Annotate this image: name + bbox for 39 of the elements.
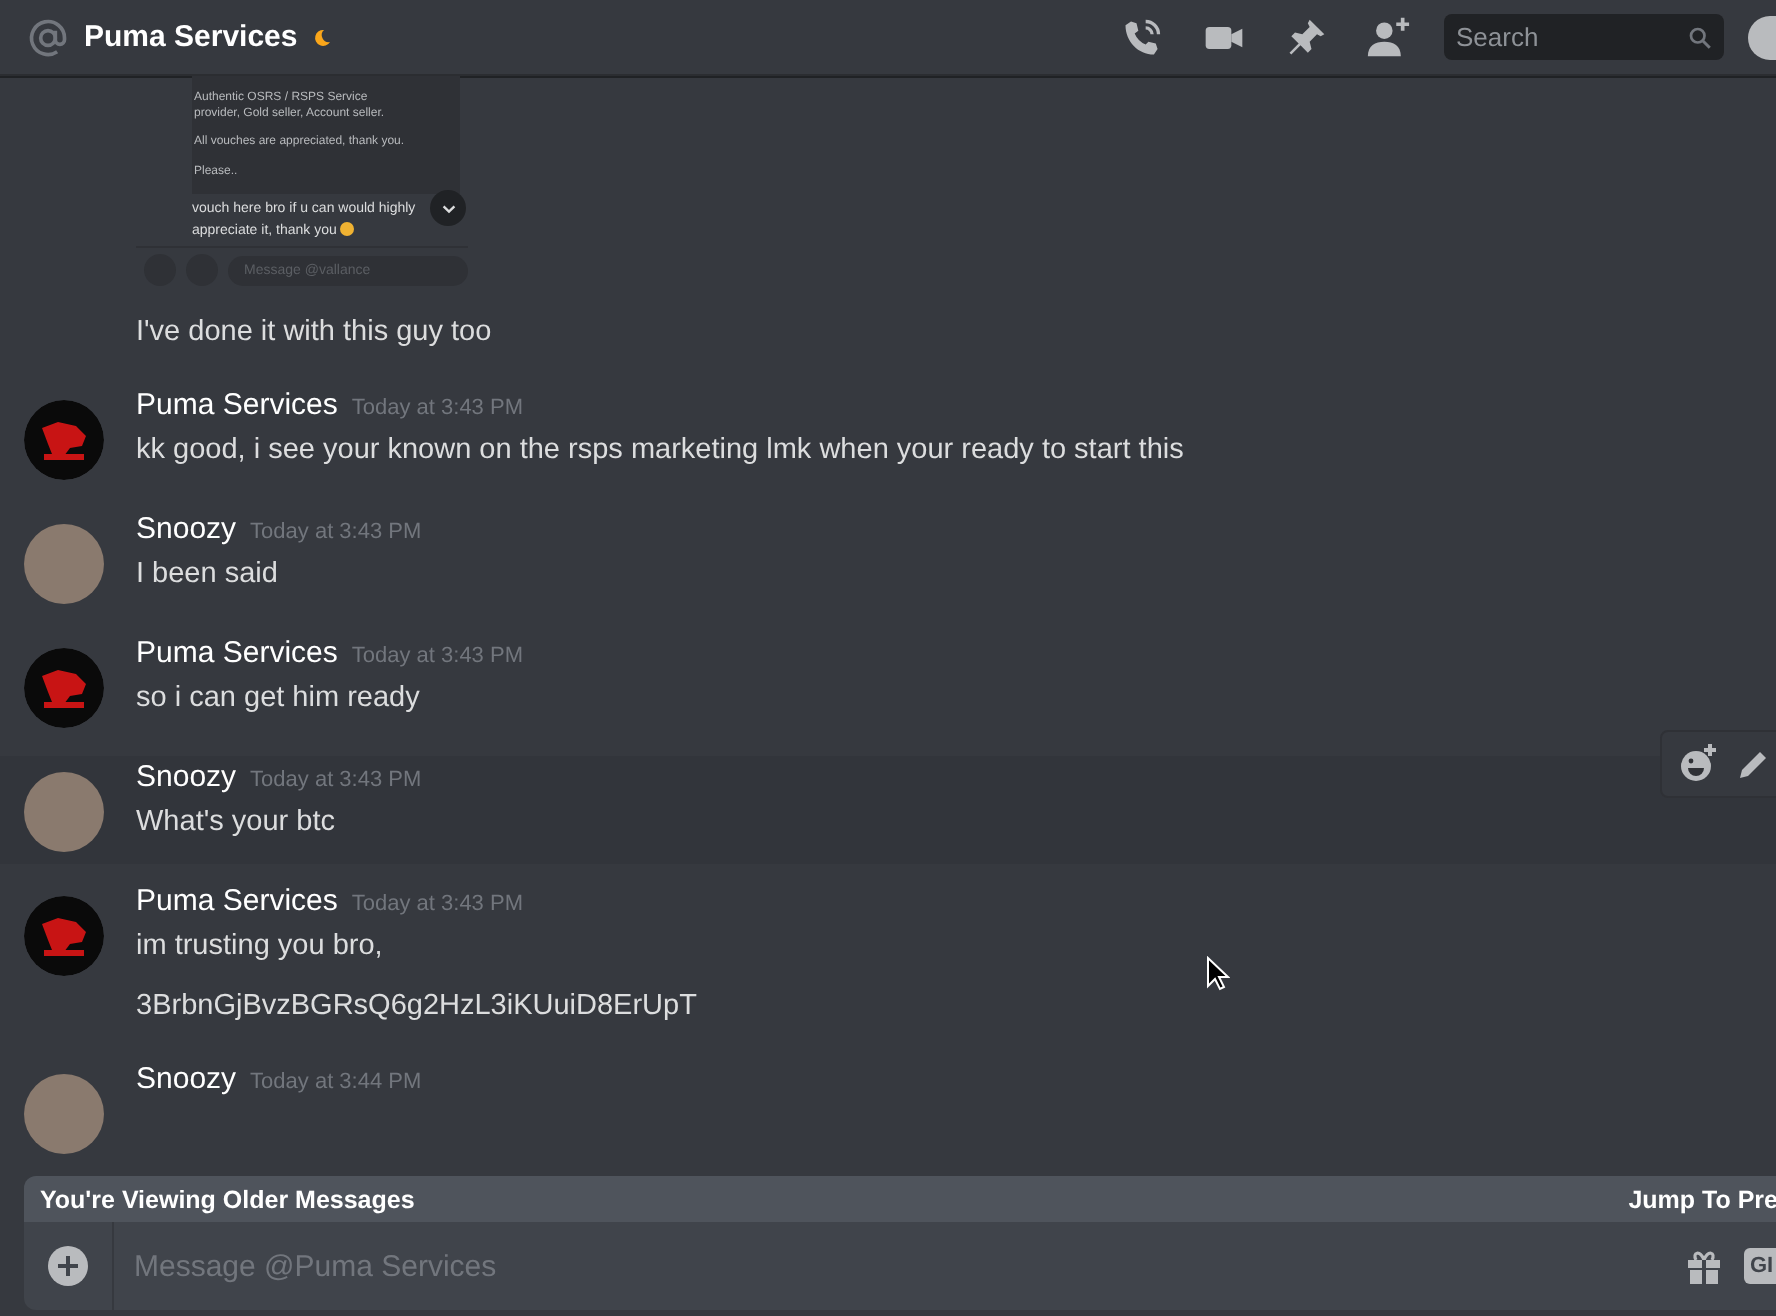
search-input[interactable]: Search: [1456, 22, 1688, 52]
author-name[interactable]: Puma Services: [136, 884, 338, 918]
channel-title: Puma Services: [84, 20, 298, 54]
timestamp: Today at 3:43 PM: [351, 396, 523, 420]
timestamp: Today at 3:44 PM: [250, 1070, 422, 1094]
timestamp: Today at 3:43 PM: [250, 768, 422, 792]
message-text: im trusting you bro,: [136, 928, 385, 966]
phone-call-icon[interactable]: [1120, 15, 1164, 59]
avatar-placeholder[interactable]: [24, 524, 104, 604]
timestamp: Today at 3:43 PM: [351, 644, 523, 668]
gif-button[interactable]: GI: [1744, 1248, 1776, 1284]
author-name[interactable]: Snoozy: [136, 760, 237, 794]
avatar-placeholder[interactable]: [24, 1074, 104, 1154]
message-text: What's your btc: [136, 804, 337, 842]
author-name[interactable]: Snoozy: [136, 512, 237, 546]
message-text: kk good, i see your known on the rsps marketing lmk when your ready to start this: [136, 432, 1184, 470]
logo-avatar[interactable]: [24, 896, 104, 976]
author-name[interactable]: Puma Services: [136, 388, 338, 422]
mouse-cursor-icon: [1206, 956, 1230, 992]
pin-icon[interactable]: [1284, 15, 1328, 59]
message-text: 3BrbnGjBvzBGRsQ6g2HzL3iKUuiD8ErUpT: [136, 988, 697, 1026]
search-field[interactable]: Search: [1444, 14, 1724, 60]
logo-avatar[interactable]: [24, 648, 104, 728]
add-attachment-icon[interactable]: [48, 1246, 88, 1286]
message-text: so i can get him ready: [136, 680, 422, 718]
author-name[interactable]: Puma Services: [136, 636, 338, 670]
add-friend-icon[interactable]: [1366, 15, 1410, 59]
timestamp: Today at 3:43 PM: [351, 892, 523, 916]
logo-avatar[interactable]: [24, 400, 104, 480]
older-messages-label: You're Viewing Older Messages: [40, 1185, 415, 1213]
author-name[interactable]: Snoozy: [136, 1062, 237, 1096]
search-icon: [1688, 25, 1712, 49]
message-text: I been said: [136, 556, 280, 594]
message-text: I've done it with this guy too: [136, 314, 492, 352]
emoji-icon: [340, 222, 355, 236]
add-reaction-icon[interactable]: [1678, 744, 1718, 784]
avatar-placeholder[interactable]: [24, 772, 104, 852]
at-sign-icon: [26, 15, 70, 59]
timestamp: Today at 3:43 PM: [250, 520, 422, 544]
